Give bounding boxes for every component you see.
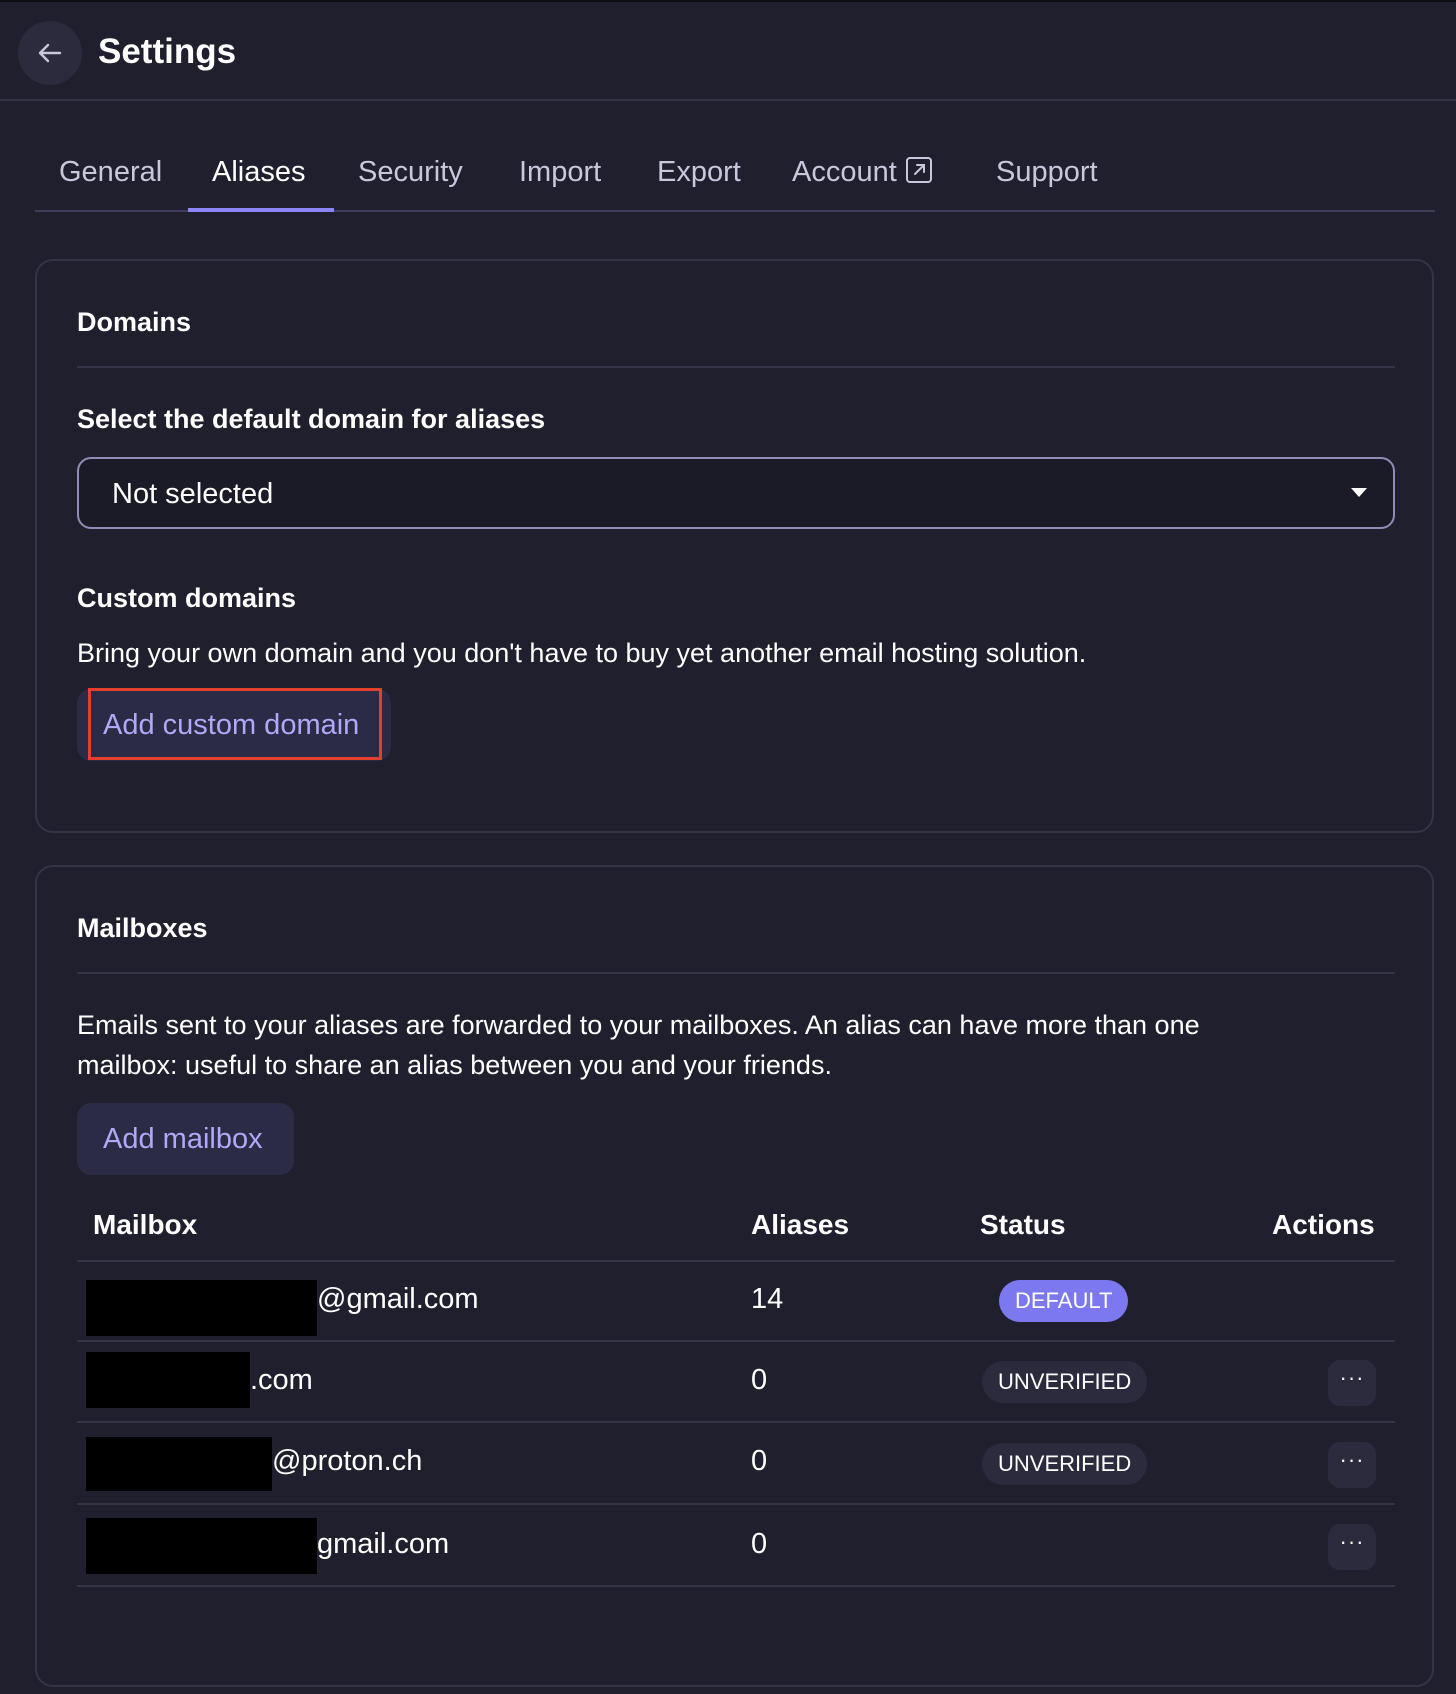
custom-domains-title: Custom domains	[77, 583, 297, 613]
add-mailbox-button[interactable]: Add mailbox	[77, 1103, 294, 1175]
column-header-actions: Actions	[1272, 1209, 1375, 1240]
status-badge: UNVERIFIED	[982, 1443, 1148, 1485]
tab-support[interactable]: Support	[972, 142, 1122, 212]
column-header-mailbox: Mailbox	[93, 1209, 198, 1240]
tab-export[interactable]: Export	[633, 142, 765, 212]
add-custom-domain-button[interactable]: Add custom domain	[77, 689, 391, 761]
tab-security[interactable]: Security	[334, 142, 487, 212]
default-domain-select[interactable]: Not selected	[77, 457, 1395, 529]
redacted-block	[86, 1280, 317, 1336]
alias-count: 0	[751, 1445, 768, 1477]
more-actions-button[interactable]: ···	[1328, 1524, 1376, 1570]
tab-general[interactable]: General	[35, 142, 186, 212]
row-divider	[77, 1340, 1395, 1342]
tab-import[interactable]: Import	[495, 142, 625, 212]
mailboxes-description-line1: Emails sent to your aliases are forwarde…	[77, 1010, 1200, 1040]
back-button[interactable]	[18, 21, 82, 85]
tab-aliases[interactable]: Aliases	[188, 142, 330, 212]
column-header-status: Status	[980, 1209, 1066, 1240]
mailboxes-description-line2: mailbox: useful to share an alias betwee…	[77, 1050, 832, 1080]
tab-account-label: Account	[792, 156, 897, 188]
row-divider	[77, 1421, 1395, 1423]
domains-card: Domains Select the default domain for al…	[35, 259, 1434, 833]
more-actions-button[interactable]: ···	[1328, 1442, 1376, 1488]
redacted-block	[86, 1437, 272, 1491]
more-actions-button[interactable]: ···	[1328, 1360, 1376, 1406]
caret-down-icon	[1351, 488, 1367, 497]
alias-count: 0	[751, 1528, 768, 1560]
arrow-left-icon	[38, 43, 62, 63]
default-domain-value: Not selected	[112, 478, 274, 510]
status-badge: DEFAULT	[999, 1280, 1129, 1322]
header-bar: Settings	[0, 0, 1456, 101]
domains-divider	[77, 366, 1395, 368]
column-header-aliases: Aliases	[751, 1209, 850, 1240]
alias-count: 0	[751, 1364, 768, 1396]
mailbox-address: .com	[250, 1364, 313, 1396]
mailboxes-divider	[77, 972, 1395, 974]
redacted-block	[86, 1518, 317, 1574]
mailboxes-card: Mailboxes Emails sent to your aliases ar…	[35, 865, 1434, 1687]
mailbox-address: gmail.com	[317, 1528, 450, 1560]
page-title: Settings	[98, 32, 237, 71]
table-divider	[77, 1260, 1395, 1262]
alias-count: 14	[751, 1283, 784, 1315]
row-divider	[77, 1585, 1395, 1587]
mailbox-address: @gmail.com	[317, 1283, 479, 1315]
tab-bar: General Aliases Security Import Export A…	[35, 142, 1435, 212]
active-tab-indicator	[188, 208, 334, 212]
status-badge: UNVERIFIED	[982, 1361, 1148, 1403]
domains-title: Domains	[77, 307, 192, 337]
default-domain-label: Select the default domain for aliases	[77, 404, 546, 434]
mailboxes-title: Mailboxes	[77, 913, 208, 943]
mailbox-address: @proton.ch	[272, 1445, 423, 1477]
external-link-icon	[905, 157, 932, 183]
redacted-block	[86, 1352, 250, 1408]
tab-account[interactable]: Account	[768, 142, 957, 212]
row-divider	[77, 1503, 1395, 1505]
custom-domains-description: Bring your own domain and you don't have…	[77, 638, 1087, 668]
